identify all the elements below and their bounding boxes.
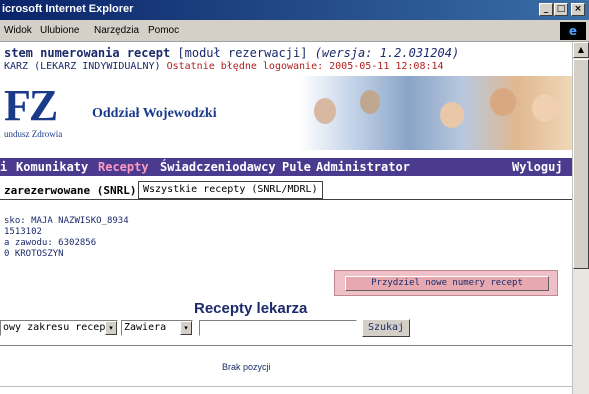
doctor-id: 1513102 [4,227,42,237]
tab-divider [0,199,572,200]
person-silhouette [440,102,464,128]
search-input[interactable] [199,320,357,336]
window-titlebar: icrosoft Internet Explorer _ □ × [0,0,589,20]
user-line: KARZ (LEKARZ INDYWIDUALNY) Ostatnie błęd… [4,61,444,72]
menu-bar: Widok Ulubione Narzędzia Pomoc [0,20,589,42]
operator-select[interactable]: Zawiera ▾ [121,320,193,336]
divider [0,386,572,387]
nav-item-prev[interactable]: i [0,160,7,174]
close-button[interactable]: × [571,3,585,16]
assign-numbers-button[interactable]: Przydziel nowe numery recept [345,276,549,291]
last-login: Ostatnie błędne logowanie: 2005-05-11 12… [166,61,444,72]
system-title-text: stem numerowania recept [4,46,171,60]
chevron-down-icon[interactable]: ▾ [180,321,192,335]
operator-select-value: Zawiera [124,322,167,333]
module-label: [moduł rezerwacji] [177,46,308,60]
doctor-name: sko: MAJA NAZWISKO_8934 [4,216,129,226]
nfz-logo: FZ [4,81,58,130]
version-label: (wersja: 1.2.031204) [314,46,460,60]
nav-item-messages[interactable]: Komunikaty [16,160,88,174]
logo-subtitle: undusz Zdrowia [4,129,63,139]
banner: FZ undusz Zdrowia Oddział Wojewodzki [0,76,572,150]
tab-all-prescriptions[interactable]: Wszystkie recepty (SNRL/MDRL) [138,181,323,199]
person-silhouette [532,94,558,122]
nav-item-pools[interactable]: Pule [282,160,311,174]
divider [0,345,572,346]
section-title: Recepty lekarza [194,300,308,317]
nav-item-prescriptions[interactable]: Recepty [98,160,149,174]
scroll-up-icon[interactable]: ▲ [573,42,589,58]
person-silhouette [490,88,516,116]
doctor-city: 0 KROTOSZYN [4,249,64,259]
banner-photo [300,76,572,150]
person-silhouette [314,98,336,124]
window-title: icrosoft Internet Explorer [2,3,134,15]
ie-logo-icon: e [560,22,586,40]
vertical-scrollbar[interactable]: ▲ [572,42,589,394]
tab-reserved[interactable]: zarezerwowane (SNRL) [4,184,136,197]
department-name: Oddział Wojewodzki [92,106,217,121]
menu-item-view[interactable]: Widok [4,25,32,36]
minimize-button[interactable]: _ [539,3,553,16]
system-title: stem numerowania recept [moduł rezerwacj… [4,46,459,60]
nav-item-providers[interactable]: Świadczeniodawcy [160,160,276,174]
person-silhouette [360,90,380,114]
search-button[interactable]: Szukaj [362,319,410,337]
field-select-value: owy zakresu recept [3,322,112,333]
menu-item-help[interactable]: Pomoc [148,25,179,36]
chevron-down-icon[interactable]: ▾ [105,321,117,335]
nav-item-admin[interactable]: Administrator [316,160,410,174]
assign-highlight: Przydziel nowe numery recept [334,270,558,296]
menu-item-favorites[interactable]: Ulubione [40,25,79,36]
scroll-thumb[interactable] [573,59,589,269]
field-select[interactable]: owy zakresu recept ▾ [0,320,118,336]
menu-item-tools[interactable]: Narzędzia [94,25,139,36]
empty-results-message: Brak pozycji [222,362,271,372]
user-role: KARZ (LEKARZ INDYWIDUALNY) [4,61,161,72]
main-nav: i Komunikaty Recepty Świadczeniodawcy Pu… [0,158,572,176]
doctor-license: a zawodu: 6302856 [4,238,97,248]
logout-link[interactable]: Wyloguj [512,160,563,174]
maximize-button[interactable]: □ [554,3,568,16]
